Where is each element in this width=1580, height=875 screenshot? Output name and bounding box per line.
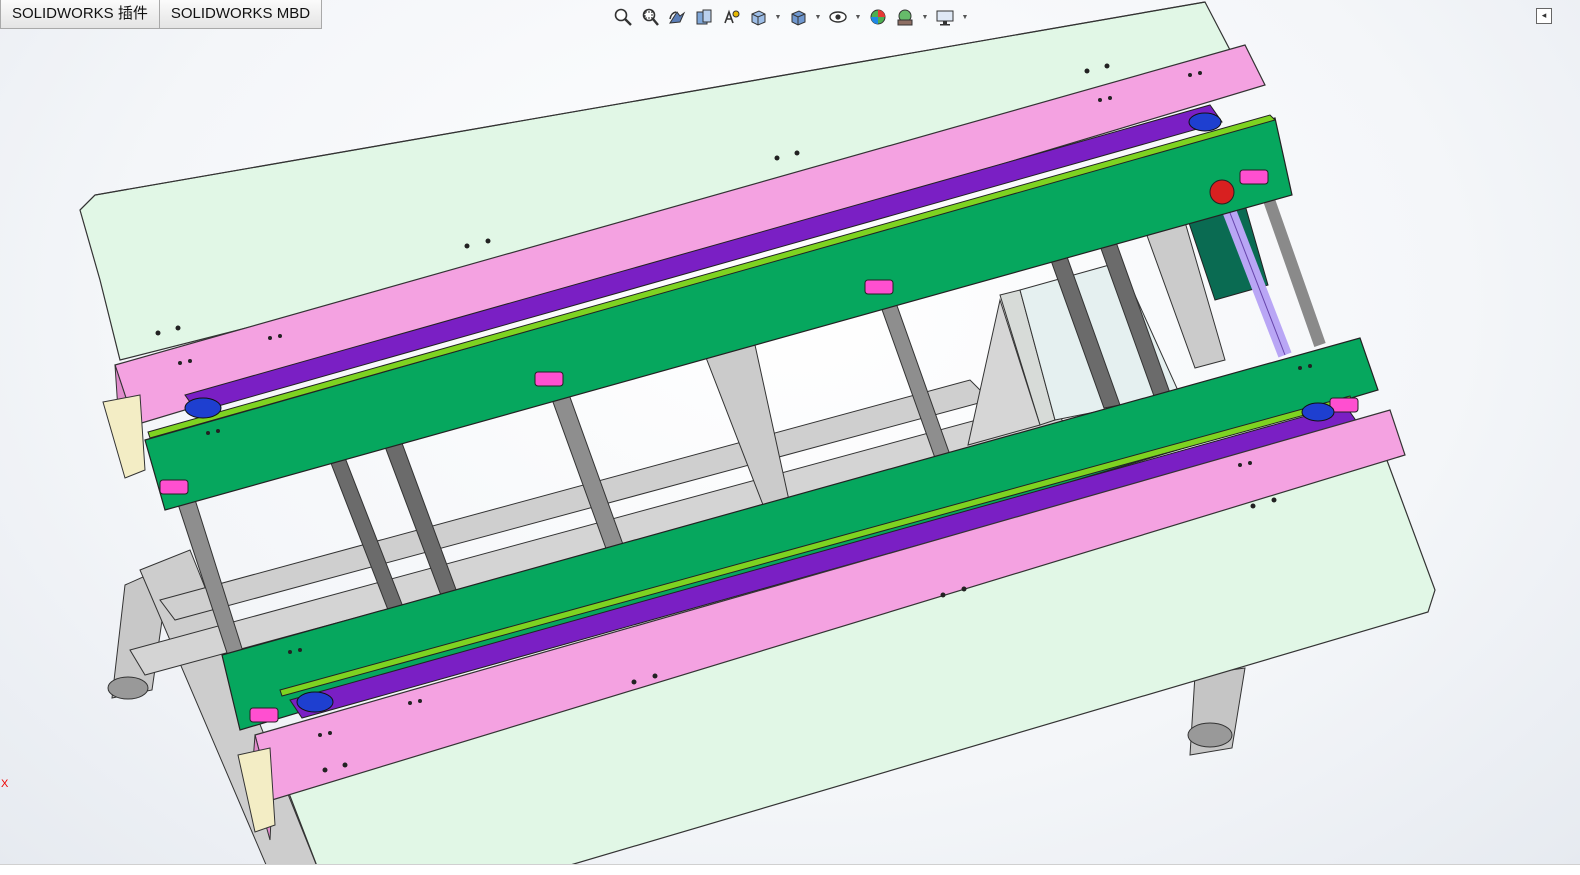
- view-orientation-icon[interactable]: [747, 6, 769, 28]
- graphics-area[interactable]: SOLIDWORKS 插件 SOLIDWORKS MBD ▼ ▼ ▼ ▼ ▼ ◂…: [0, 0, 1580, 875]
- section-view-icon[interactable]: [693, 6, 715, 28]
- hide-show-items-icon[interactable]: [827, 6, 849, 28]
- triad-x-axis-label: X: [1, 778, 9, 790]
- edit-appearance-icon[interactable]: [867, 6, 889, 28]
- tab-solidworks-mbd[interactable]: SOLIDWORKS MBD: [159, 0, 323, 29]
- command-manager-tabs: SOLIDWORKS 插件 SOLIDWORKS MBD: [0, 0, 323, 30]
- view-settings-dropdown-icon[interactable]: ▼: [961, 6, 969, 28]
- tab-solidworks-addins[interactable]: SOLIDWORKS 插件: [0, 0, 160, 29]
- hide-show-dropdown-icon[interactable]: ▼: [854, 6, 862, 28]
- previous-view-icon[interactable]: [666, 6, 688, 28]
- heads-up-view-toolbar: ▼ ▼ ▼ ▼ ▼: [612, 4, 969, 30]
- zoom-to-fit-icon[interactable]: [612, 6, 634, 28]
- conveyor-3d-model[interactable]: [0, 0, 1580, 874]
- display-style-dropdown-icon[interactable]: ▼: [814, 6, 822, 28]
- status-area: [0, 864, 1580, 875]
- dynamic-annotation-icon[interactable]: [720, 6, 742, 28]
- apply-scene-dropdown-icon[interactable]: ▼: [921, 6, 929, 28]
- apply-scene-icon[interactable]: [894, 6, 916, 28]
- view-settings-icon[interactable]: [934, 6, 956, 28]
- view-orientation-dropdown-icon[interactable]: ▼: [774, 6, 782, 28]
- display-style-icon[interactable]: [787, 6, 809, 28]
- task-pane-toggle-icon[interactable]: ◂: [1536, 8, 1552, 24]
- zoom-to-area-icon[interactable]: [639, 6, 661, 28]
